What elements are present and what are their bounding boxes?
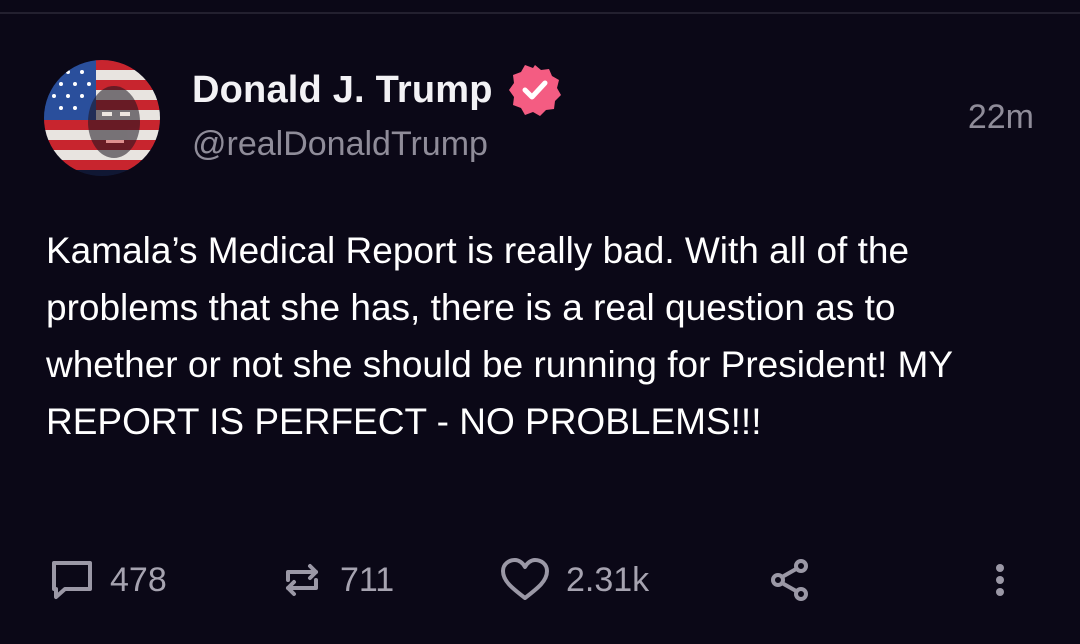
more-options-button[interactable] <box>990 552 1010 608</box>
share-nodes-icon <box>771 559 808 601</box>
vertical-ellipsis-icon <box>996 564 1004 596</box>
flag-canton <box>44 60 96 120</box>
reply-count: 478 <box>110 560 167 599</box>
action-bar: 478 711 2.31k <box>0 552 1080 608</box>
post-body-text: Kamala’s Medical Report is really bad. W… <box>46 230 953 442</box>
like-count: 2.31k <box>566 560 650 599</box>
face-silhouette <box>88 86 140 158</box>
post-timestamp[interactable]: 22m <box>968 98 1034 137</box>
author-display-name[interactable]: Donald J. Trump <box>192 69 493 112</box>
repost-button[interactable]: 711 <box>278 552 394 608</box>
author-handle[interactable]: @realDonaldTrump <box>192 125 488 164</box>
reply-button[interactable]: 478 <box>48 552 167 608</box>
repost-count: 711 <box>340 560 395 599</box>
like-button[interactable]: 2.31k <box>498 552 649 608</box>
verified-badge-icon <box>508 65 561 116</box>
share-button[interactable] <box>766 552 814 608</box>
avatar[interactable] <box>44 60 160 176</box>
author-name-row: Donald J. Trump <box>192 65 563 116</box>
speech-bubble-icon <box>52 561 92 599</box>
top-divider <box>0 12 1080 14</box>
repost-arrows-icon <box>286 564 318 596</box>
heart-icon <box>501 558 549 600</box>
avatar-image <box>44 60 160 176</box>
